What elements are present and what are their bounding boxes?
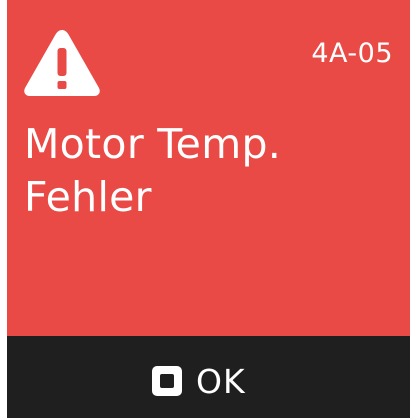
square-button-icon	[152, 366, 182, 396]
warning-triangle-icon	[24, 30, 100, 96]
alert-message-line1: Motor Temp.	[24, 120, 282, 168]
alert-panel: 4A-05 Motor Temp. Fehler	[7, 0, 410, 336]
footer-bar: OK	[7, 336, 410, 418]
ok-button[interactable]: OK	[152, 363, 246, 399]
ok-label: OK	[196, 361, 246, 401]
alert-message-line2: Fehler	[24, 173, 152, 221]
device-screen: 4A-05 Motor Temp. Fehler OK	[7, 0, 410, 418]
alert-message: Motor Temp. Fehler	[24, 118, 281, 224]
error-code: 4A-05	[311, 38, 393, 69]
